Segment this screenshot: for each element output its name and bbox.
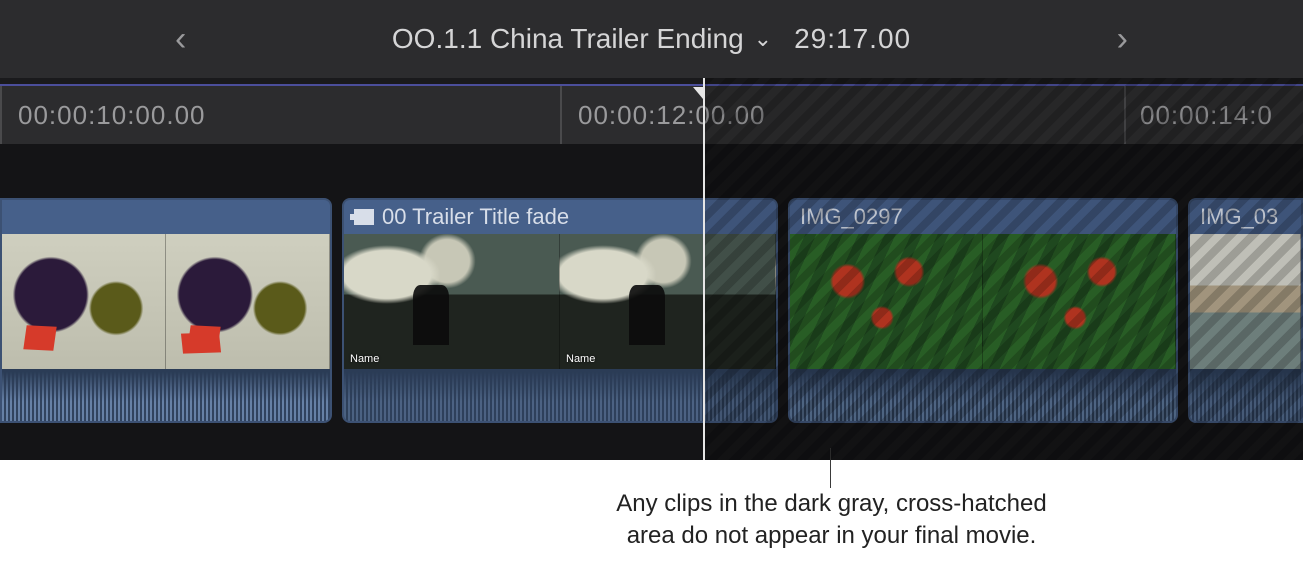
clip-header: 00 Trailer Title fade: [344, 200, 776, 234]
clip[interactable]: [0, 198, 332, 423]
video-editor-timeline: ‹ OO.1.1 China Trailer Ending ⌄ 29:17.00…: [0, 0, 1303, 460]
clip-audio-waveform: [790, 369, 1176, 423]
clip-thumbnails: [1190, 234, 1301, 369]
prev-edit-arrow[interactable]: ‹: [175, 22, 186, 56]
clip-thumbnail: [790, 234, 983, 369]
ruler-label: 00:00:10:00.00: [18, 100, 206, 131]
playhead[interactable]: [703, 78, 705, 460]
track-area: 00 Trailer Title fade Name Name IMG_0297: [0, 144, 1303, 460]
clip-thumbnail: Name: [344, 234, 560, 369]
clip[interactable]: IMG_03: [1188, 198, 1303, 423]
header-center-group: OO.1.1 China Trailer Ending ⌄ 29:17.00: [392, 23, 911, 55]
caption-line2: area do not appear in your final movie.: [627, 522, 1037, 549]
caption-line1: Any clips in the dark gray, cross-hatche…: [616, 490, 1046, 517]
clip-header: [2, 200, 330, 234]
clip-header: IMG_0297: [790, 200, 1176, 234]
clip-label: 00 Trailer Title fade: [382, 200, 569, 234]
clip[interactable]: 00 Trailer Title fade Name Name: [342, 198, 778, 423]
caption-text: Any clips in the dark gray, cross-hatche…: [572, 488, 1092, 553]
ruler-tick: [1124, 86, 1126, 144]
clip-thumbnail: [2, 234, 166, 369]
ruler-label: 00:00:12:00.00: [578, 100, 766, 131]
next-edit-arrow[interactable]: ›: [1117, 22, 1128, 56]
callout-line: [830, 448, 831, 488]
timeline-header: ‹ OO.1.1 China Trailer Ending ⌄ 29:17.00…: [0, 0, 1303, 78]
clip-thumbnail: [166, 234, 330, 369]
clip-label: IMG_0297: [800, 200, 903, 234]
primary-storyline: 00 Trailer Title fade Name Name IMG_0297: [0, 198, 1303, 423]
clip-thumbnail: Name: [560, 234, 776, 369]
timeline-area[interactable]: 00:00:10:00.00 00:00:12:00.00 00:00:14:0: [0, 78, 1303, 460]
project-duration-timecode: 29:17.00: [794, 23, 911, 55]
project-title-dropdown[interactable]: OO.1.1 China Trailer Ending ⌄: [392, 23, 772, 55]
clip-label: IMG_03: [1200, 200, 1278, 234]
clip-thumbnails: [2, 234, 330, 369]
clip-audio-waveform: [1190, 369, 1301, 423]
clip[interactable]: IMG_0297: [788, 198, 1178, 423]
clip-thumbnails: Name Name: [344, 234, 776, 369]
ruler-tick: [0, 86, 2, 144]
project-title-text: OO.1.1 China Trailer Ending: [392, 23, 744, 55]
title-clip-icon: [354, 209, 374, 225]
ruler-tick: [560, 86, 562, 144]
chevron-down-icon: ⌄: [754, 26, 772, 52]
clip-audio-waveform: [344, 369, 776, 423]
clip-thumbnail: [983, 234, 1176, 369]
annotation-caption: Any clips in the dark gray, cross-hatche…: [0, 460, 1303, 569]
clip-thumbnail: [1190, 234, 1301, 369]
clip-thumbnails: [790, 234, 1176, 369]
clip-audio-waveform: [2, 369, 330, 423]
playhead-handle-icon[interactable]: [693, 87, 703, 99]
clip-header: IMG_03: [1190, 200, 1301, 234]
ruler-label: 00:00:14:0: [1140, 100, 1273, 131]
time-ruler[interactable]: 00:00:10:00.00 00:00:12:00.00 00:00:14:0: [0, 86, 1303, 144]
